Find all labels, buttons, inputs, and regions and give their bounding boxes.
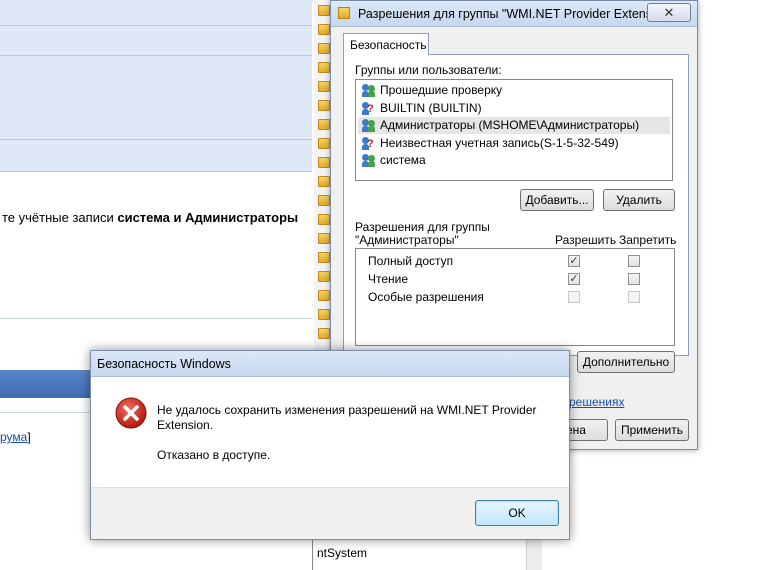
unknown-user-icon: ?	[362, 101, 376, 115]
groups-label: Группы или пользователи:	[355, 63, 502, 77]
permission-name: Особые разрешения	[368, 290, 484, 304]
error-detail: Отказано в доступе.	[157, 448, 271, 462]
user-group-icon	[362, 119, 376, 132]
error-message: Не удалось сохранить изменения разрешени…	[157, 403, 537, 432]
folder-icon	[318, 195, 330, 206]
folder-icon	[318, 43, 330, 54]
user-list-item[interactable]: ? BUILTIN (BUILTIN)	[358, 100, 670, 117]
folder-icon	[318, 62, 330, 73]
user-group-icon	[362, 84, 376, 97]
user-list-item[interactable]: Администраторы (MSHOME\Администраторы)	[358, 117, 670, 134]
close-icon: ✕	[663, 5, 675, 20]
folder-icon	[318, 100, 330, 111]
ok-button[interactable]: OK	[475, 500, 559, 526]
deny-checkbox[interactable]	[628, 273, 640, 285]
folder-icon	[318, 138, 330, 149]
permissions-help-link[interactable]: решениях	[569, 395, 624, 409]
user-list-item[interactable]: Прошедшие проверку	[358, 82, 670, 99]
remove-button[interactable]: Удалить	[603, 189, 675, 211]
bg-forum-link[interactable]: рума]	[0, 430, 31, 444]
deny-column-header: Запретить	[619, 233, 677, 247]
folder-icon	[318, 81, 330, 92]
bg-band	[0, 0, 312, 26]
window-title: Безопасность Windows	[97, 357, 231, 371]
folder-icon	[318, 157, 330, 168]
bg-band	[0, 140, 312, 172]
allow-checkbox[interactable]: ✓	[568, 255, 580, 267]
error-dialog: Безопасность Windows Не удалось сохранит…	[90, 350, 570, 540]
user-name: BUILTIN (BUILTIN)	[380, 100, 482, 115]
folder-icon	[318, 214, 330, 225]
add-button[interactable]: Добавить...	[520, 189, 594, 211]
permission-name: Полный доступ	[368, 254, 454, 268]
users-list[interactable]: Прошедшие проверку? BUILTIN (BUILTIN) Адми…	[355, 79, 673, 181]
folder-icon	[318, 176, 330, 187]
deny-checkbox	[628, 291, 640, 303]
deny-checkbox[interactable]	[628, 255, 640, 267]
folder-icon	[318, 252, 330, 263]
permissions-for-label: Разрешения для группы "Администраторы"	[355, 220, 490, 247]
user-name: система	[380, 153, 426, 167]
user-list-item[interactable]: ? Неизвестная учетная запись(S-1-5-32-549…	[358, 135, 670, 152]
permission-name: Чтение	[368, 272, 409, 286]
allow-column-header: Разрешить	[555, 233, 617, 247]
advanced-button[interactable]: Дополнительно	[577, 351, 675, 373]
user-name: Администраторы (MSHOME\Администраторы)	[380, 118, 640, 132]
user-name: Прошедшие проверку	[380, 83, 503, 97]
apply-button[interactable]: Применить	[615, 419, 689, 441]
bg-band	[0, 26, 312, 56]
folder-icon	[318, 119, 330, 130]
close-button[interactable]: ✕	[647, 3, 691, 22]
user-list-item[interactable]: система	[358, 152, 670, 169]
bg-band	[0, 56, 312, 140]
window-title: Разрешения для группы "WMI.NET Provider …	[358, 7, 655, 21]
allow-checkbox[interactable]: ✓	[568, 273, 580, 285]
folder-icon	[318, 5, 330, 16]
error-icon	[115, 397, 147, 429]
unknown-user-icon: ?	[362, 136, 376, 150]
user-name: Неизвестная учетная запись(S-1-5-32-549)	[380, 135, 619, 150]
folder-icon	[338, 7, 350, 19]
user-group-icon	[362, 154, 376, 167]
bg-instruction-text: те учётные записи система и Администрато…	[2, 210, 299, 225]
tab-security[interactable]: Безопасность	[343, 33, 429, 55]
permissions-title-bar[interactable]: Разрешения для группы "WMI.NET Provider …	[331, 1, 697, 27]
error-title-bar[interactable]: Безопасность Windows	[91, 351, 569, 377]
divider	[0, 318, 312, 319]
folder-icon	[318, 233, 330, 244]
bg-list-item[interactable]: ntSystem	[317, 546, 367, 560]
folder-icon	[318, 328, 330, 339]
allow-checkbox	[568, 291, 580, 303]
folder-icon	[318, 309, 330, 320]
folder-icon	[318, 290, 330, 301]
folder-icon	[318, 24, 330, 35]
folder-icon	[318, 271, 330, 282]
